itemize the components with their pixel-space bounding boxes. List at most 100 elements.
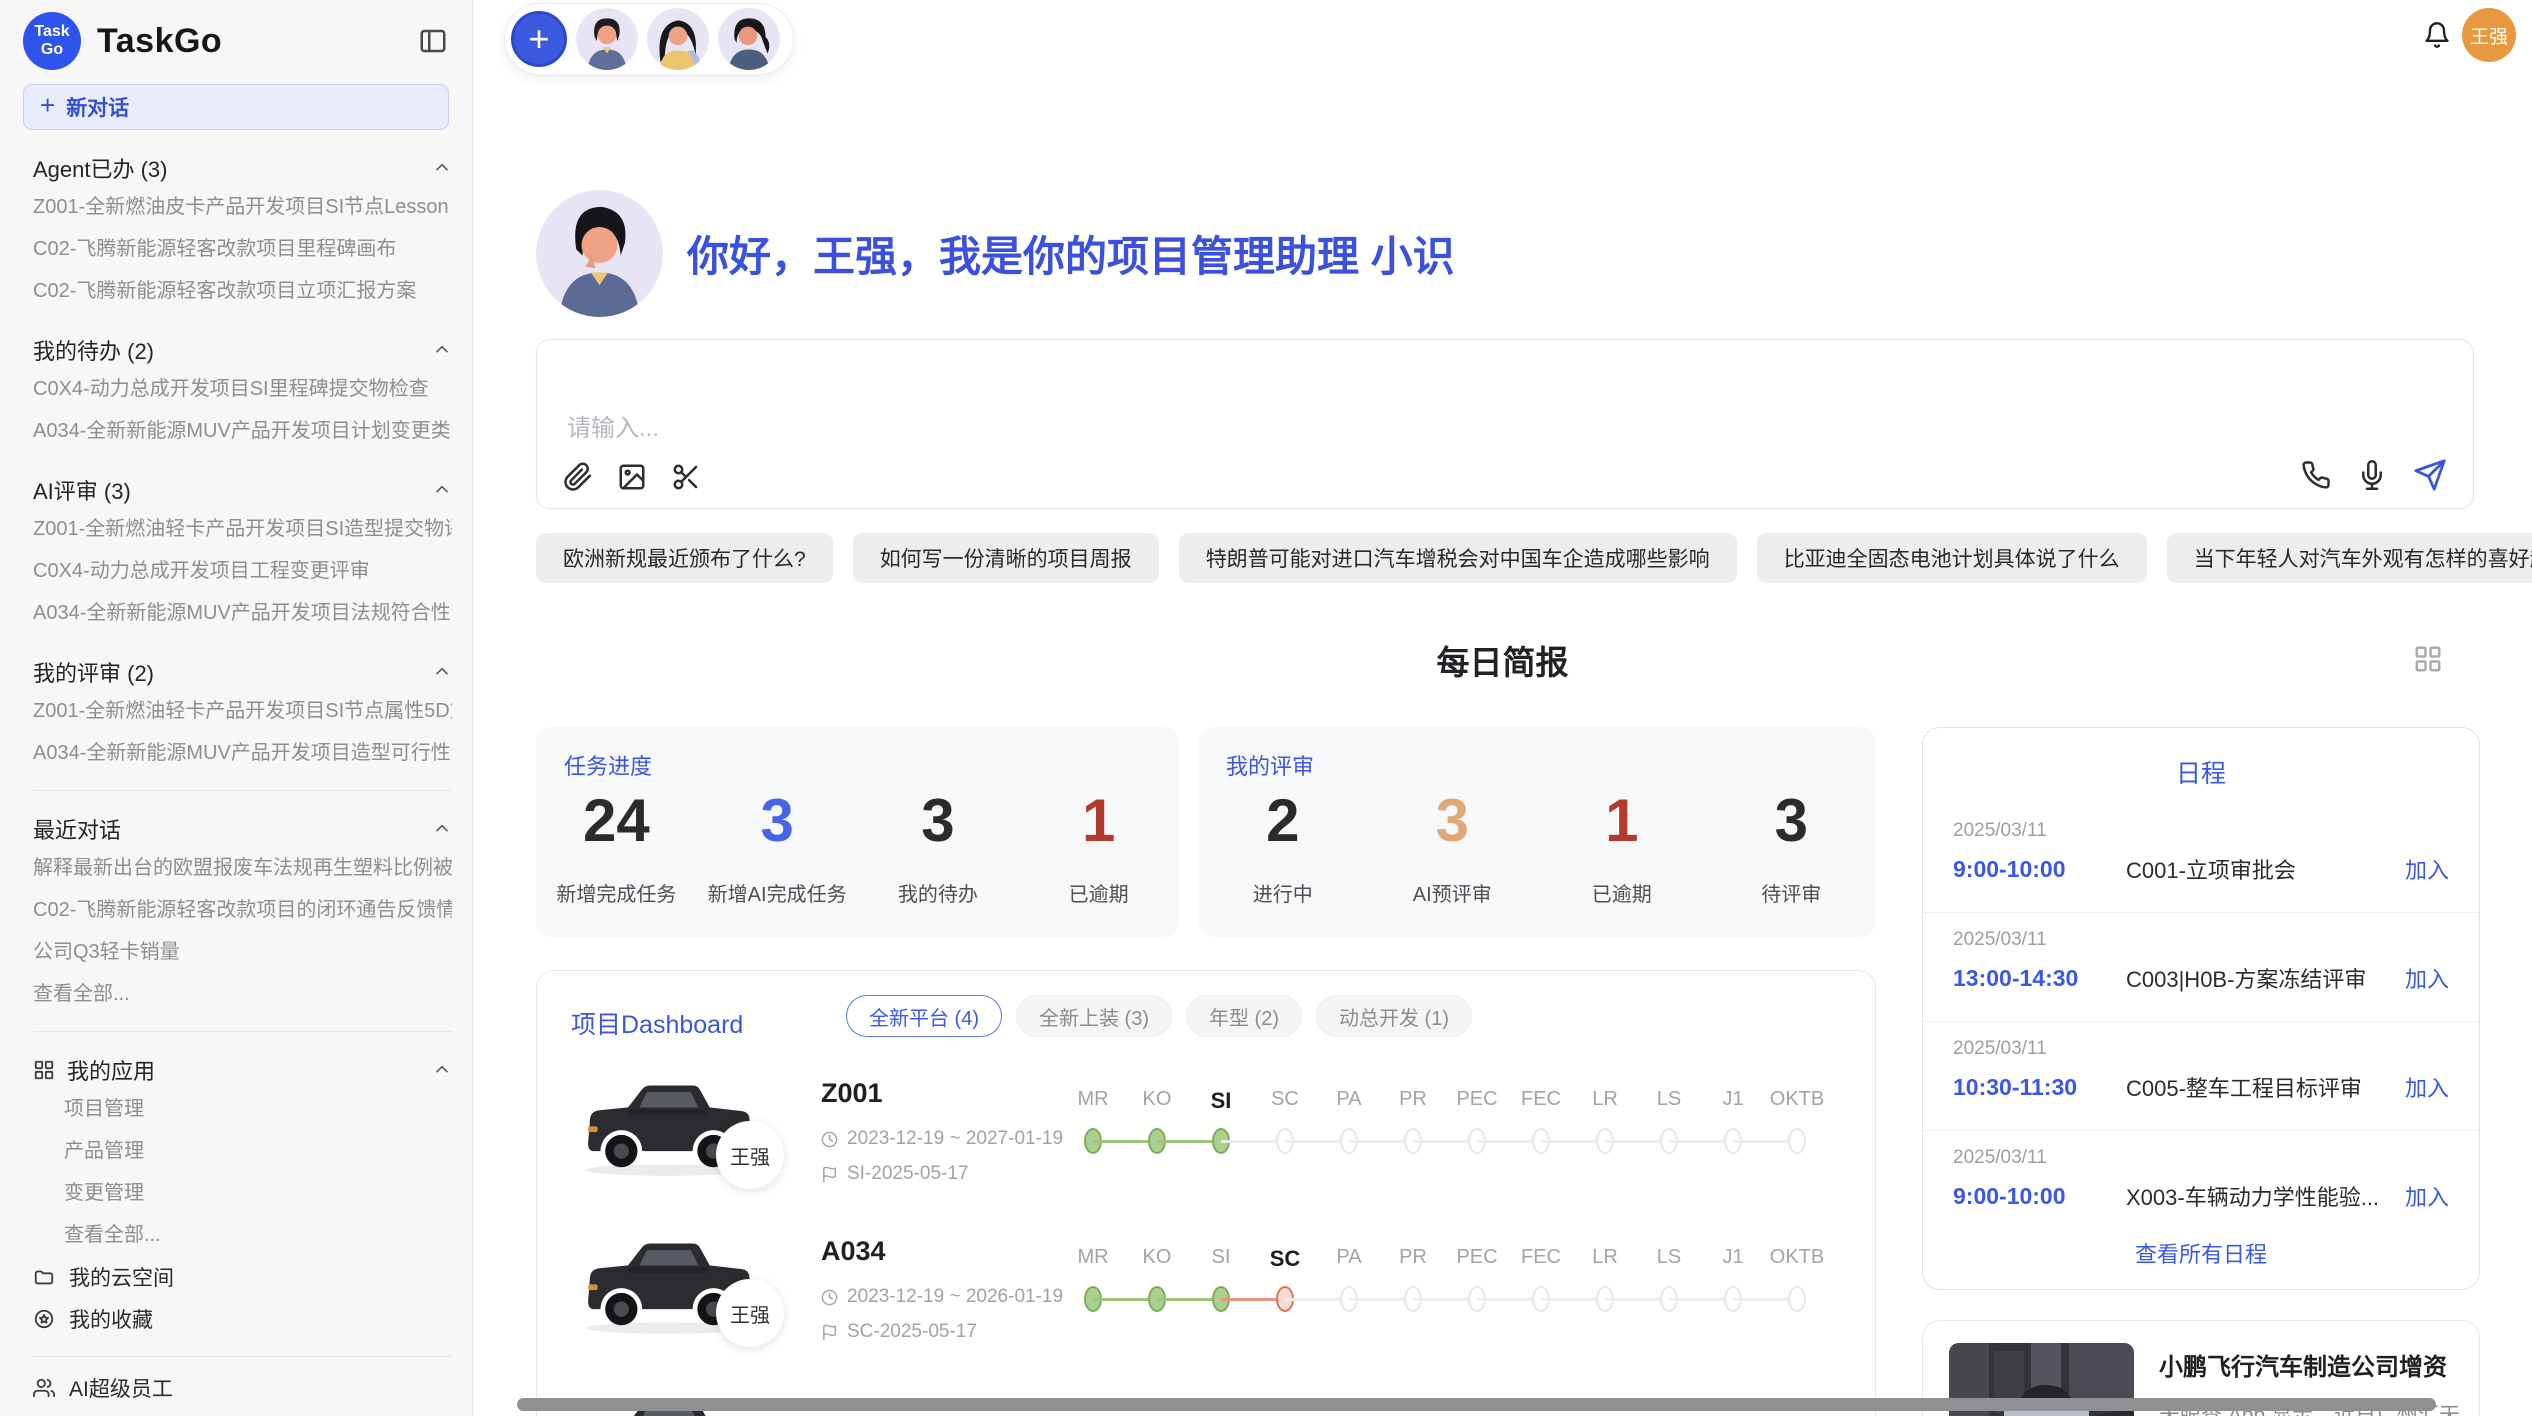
new-chat-button[interactable]: + 新对话 [23, 84, 449, 130]
add-assistant-button[interactable]: + [511, 11, 567, 67]
schedule-row: 9:00-10:00 C001-立项审批会 加入 [1953, 853, 2449, 885]
microphone-icon[interactable] [2357, 460, 2387, 490]
section-header[interactable]: Agent已办 (3) [33, 150, 452, 186]
stat-label: 待评审 [1707, 878, 1877, 907]
section-header[interactable]: 我的待办 (2) [33, 332, 452, 368]
suggestion-chip[interactable]: 欧洲新规最近颁布了什么? [536, 533, 833, 583]
join-link[interactable]: 加入 [2405, 962, 2449, 994]
suggestion-chip[interactable]: 特朗普可能对进口汽车增税会对中国车企造成哪些影响 [1179, 533, 1737, 583]
schedule-time: 9:00-10:00 [1953, 1183, 2100, 1210]
stat-value: 24 [536, 791, 697, 851]
task-item[interactable]: C0X4-动力总成开发项目SI里程碑提交物检查 [33, 368, 452, 410]
dashboard-tab[interactable]: 全新平台 (4) [846, 995, 1002, 1037]
my-apps-list: 项目管理产品管理变更管理查看全部... [33, 1088, 452, 1256]
user-avatar[interactable]: 王强 [2462, 8, 2516, 62]
schedule-time: 9:00-10:00 [1953, 856, 2100, 883]
section-header[interactable]: AI评审 (3) [33, 472, 452, 508]
collapse-sidebar-icon[interactable] [418, 26, 448, 56]
phone-icon[interactable] [2301, 460, 2331, 490]
assistant-avatar-3[interactable] [718, 8, 780, 70]
schedule-time: 13:00-14:30 [1953, 965, 2100, 992]
view-all-schedule-link[interactable]: 查看所有日程 [1923, 1237, 2479, 1269]
my-apps-header[interactable]: 我的应用 [33, 1052, 452, 1088]
paperclip-icon[interactable] [563, 462, 593, 492]
app-logo: Task Go [23, 12, 81, 70]
project-row[interactable]: 王强Z0012023-12-19 ~ 2027-01-19SI-2025-05-… [537, 1066, 1875, 1224]
task-item[interactable]: A034-全新新能源MUV产品开发项目计划变更类编写 [33, 410, 452, 452]
milestone-label: KO [1125, 1088, 1189, 1114]
notifications-bell-icon[interactable] [2423, 21, 2451, 49]
section-title: 最近对话 [33, 813, 432, 845]
milestone-label: LS [1637, 1246, 1701, 1272]
recent-chat-item[interactable]: 公司Q3轻卡销量 [33, 931, 452, 973]
task-item[interactable]: Z001-全新燃油轻卡产品开发项目SI节点属性5D文件评审 [33, 690, 452, 732]
new-chat-label: 新对话 [66, 92, 129, 122]
clock-icon [821, 1289, 838, 1306]
suggestion-chips: 欧洲新规最近颁布了什么? 如何写一份清晰的项目周报特朗普可能对进口汽车增税会对中国… [536, 533, 2532, 583]
recent-chats-header[interactable]: 最近对话 [33, 811, 452, 847]
dashboard-tab[interactable]: 全新上装 (3) [1016, 995, 1172, 1037]
voice-send-tools [2301, 458, 2447, 492]
task-item[interactable]: C02-飞腾新能源轻客改款项目里程碑画布 [33, 228, 452, 270]
layout-grid-icon[interactable] [2413, 644, 2443, 674]
dashboard-tabs: 全新平台 (4) 全新上装 (3) 年型 (2) 动总开发 (1) [846, 995, 1472, 1037]
stat-value: 3 [1368, 791, 1538, 851]
greeting-text: 你好，王强，我是你的项目管理助理 小识 [687, 223, 1455, 284]
project-dashboard-card: 项目Dashboard 全新平台 (4) 全新上装 (3) 年型 (2) 动总开… [536, 970, 1876, 1416]
app-item[interactable]: 产品管理 [33, 1130, 452, 1172]
send-icon[interactable] [2413, 458, 2447, 492]
section-title: 我的应用 [67, 1054, 432, 1086]
suggestion-chip[interactable]: 比亚迪全固态电池计划具体说了什么 [1757, 533, 2147, 583]
image-icon[interactable] [617, 462, 647, 492]
stat: 1 已逾期 [1018, 791, 1179, 907]
recent-chat-item[interactable]: C02-飞腾新能源轻客改款项目的闭环通告反馈情况 [33, 889, 452, 931]
milestone-label: LS [1637, 1088, 1701, 1114]
task-item[interactable]: Z001-全新燃油轻卡产品开发项目SI造型提交物评审 [33, 508, 452, 550]
task-item[interactable]: A034-全新新能源MUV产品开发项目造型可行性评审 [33, 732, 452, 774]
task-item[interactable]: C0X4-动力总成开发项目工程变更评审 [33, 550, 452, 592]
section-header[interactable]: 我的评审 (2) [33, 654, 452, 690]
project-date-range: 2023-12-19 ~ 2026-01-19 [821, 1286, 1063, 1308]
card-title: 任务进度 [564, 749, 652, 781]
task-item[interactable]: A034-全新新能源MUV产品开发项目法规符合性评审 [33, 592, 452, 634]
stat-value: 3 [697, 791, 858, 851]
sidebar-item-cloud-space[interactable]: 我的云空间 [33, 1256, 452, 1298]
suggestion-chip[interactable]: 当下年轻人对汽车外观有怎样的喜好趋势 [2167, 533, 2532, 583]
assistant-avatar-1[interactable] [576, 8, 638, 70]
project-row[interactable]: 王强A0342023-12-19 ~ 2026-01-19SC-2025-05-… [537, 1224, 1875, 1382]
horizontal-scrollbar-thumb[interactable] [517, 1398, 2436, 1411]
project-name: Z001 [821, 1078, 883, 1109]
greeting-block: 你好，王强，我是你的项目管理助理 小识 [536, 190, 1455, 317]
scissors-icon[interactable] [671, 462, 701, 492]
app-item[interactable]: 变更管理 [33, 1172, 452, 1214]
sidebar-body: Agent已办 (3) Z001-全新燃油皮卡产品开发项目SI节点Lesson … [0, 150, 472, 1416]
join-link[interactable]: 加入 [2405, 853, 2449, 885]
sidebar-item-ai-employee[interactable]: AI超级员工 [33, 1367, 452, 1409]
schedule-date: 2025/03/11 [1953, 820, 2449, 842]
task-item[interactable]: Z001-全新燃油皮卡产品开发项目SI节点Lesson Learn报告 [33, 186, 452, 228]
chat-input[interactable]: 请输入... [536, 339, 2474, 509]
app-item[interactable]: 项目管理 [33, 1088, 452, 1130]
chevron-up-icon [432, 158, 452, 178]
recent-chat-item[interactable]: 查看全部... [33, 973, 452, 1015]
join-link[interactable]: 加入 [2405, 1071, 2449, 1103]
recent-chat-item[interactable]: 解释最新出台的欧盟报废车法规再生塑料比例被调至15%... [33, 847, 452, 889]
divider [33, 1356, 452, 1357]
suggestion-chip[interactable]: 如何写一份清晰的项目周报 [853, 533, 1159, 583]
dashboard-tab[interactable]: 年型 (2) [1186, 995, 1302, 1037]
assistant-avatar-2[interactable] [647, 8, 709, 70]
logo-line1: Task [34, 23, 69, 41]
dashboard-tab[interactable]: 动总开发 (1) [1316, 995, 1472, 1037]
app-title: TaskGo [97, 22, 418, 61]
task-item[interactable]: C02-飞腾新能源轻客改款项目立项汇报方案 [33, 270, 452, 312]
milestone-label: OKTB [1765, 1246, 1829, 1272]
sidebar-item-writing-helper[interactable]: 帮我写作 [33, 1409, 452, 1416]
sidebar-item-favorites[interactable]: 我的收藏 [33, 1298, 452, 1340]
milestone-label: J1 [1701, 1246, 1765, 1272]
stat-label: 已逾期 [1018, 878, 1179, 907]
app-item[interactable]: 查看全部... [33, 1214, 452, 1256]
stat-label: 进行中 [1198, 878, 1368, 907]
stat: 3 我的待办 [858, 791, 1019, 907]
stat-row: 2 进行中 3 AI预评审 1 已逾期 3 待 [1198, 791, 1876, 907]
join-link[interactable]: 加入 [2405, 1180, 2449, 1212]
